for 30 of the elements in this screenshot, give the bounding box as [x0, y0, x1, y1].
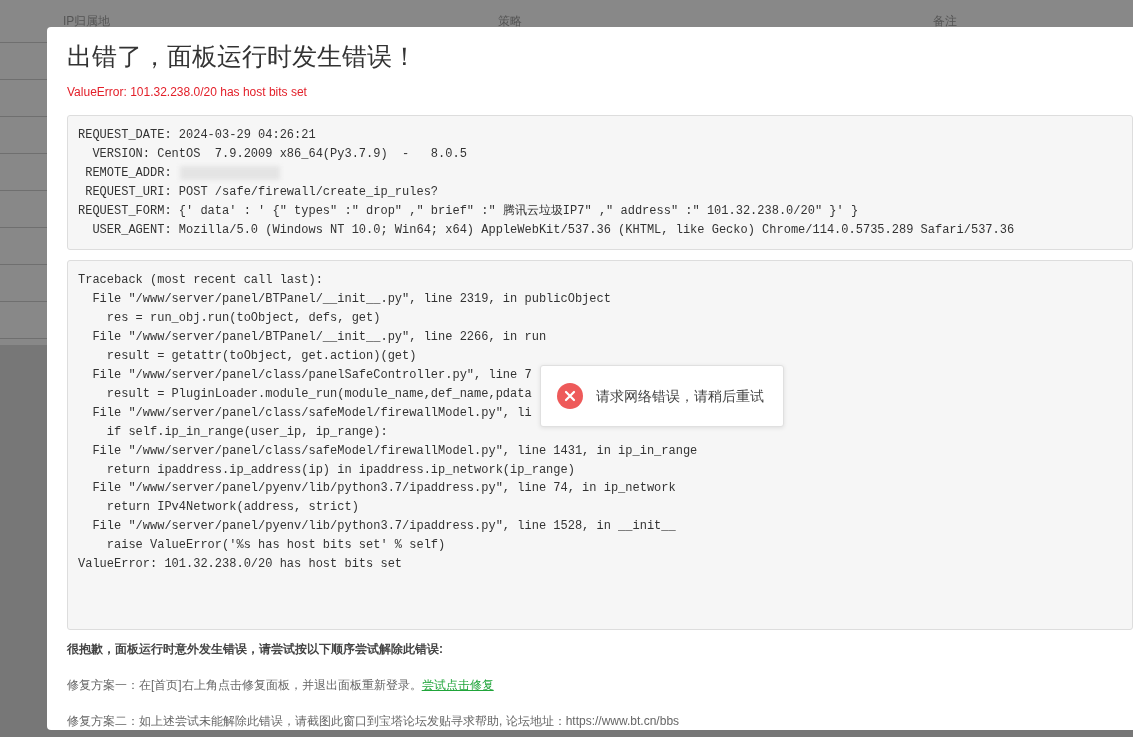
code-line: File "/www/server/panel/pyenv/lib/python3.7/ipaddress.py", line 74, in ip_network: [91, 480, 676, 498]
code-line: File "/www/server/panel/class/safeModel/firewallModel.py", li: [91, 404, 532, 422]
code-text: REMOTE_ADDR:: [84, 165, 172, 180]
code-line: result = PluginLoader.module_run(module_name,def_name,pdata: [105, 385, 532, 403]
fix-instruction: 修复方案二：如上述尝试未能解除此错误，请截图此窗口到宝塔论坛发贴寻求帮助, 论坛地址：https://www.bt.cn/bbs: [67, 713, 681, 730]
dialog-title: 出错了，面板运行时发生错误！: [67, 41, 418, 71]
error-message: ValueError: 101.32.238.0/20 has host bits set: [67, 84, 308, 101]
code-text: USER_AGENT: Mozilla/5.0 (Windows NT 10.0; Win64; x64) AppleWebKit/537.36 (KHTML, like Gecko) Chrome/114.0.5735.289 Safari/537.36: [91, 222, 1015, 237]
code-line: File "/www/server/panel/pyenv/lib/python3.7/ipaddress.py", line 1528, in __init__: [91, 518, 676, 536]
fix-instruction: 修复方案一：在[首页]右上角点击修复面板，并退出面板重新登录。尝试点击修复: [67, 677, 495, 695]
code-line: res = run_obj.run(toObject, defs, get): [105, 310, 381, 328]
toast-message: 请求网络错误，请稍后重试: [596, 387, 764, 406]
code-text: REQUEST_FORM: {' data' : ' {" types" :" drop" ," brief" :" 腾讯云垃圾IP7" ," address" :" 101.32.238.0/20" }' }: [78, 203, 859, 218]
apology-text: 很抱歉，面板运行时意外发生错误，请尝试按以下顺序尝试解除此错误:: [67, 641, 444, 659]
code-text: VERSION: CentOS 7.9.2009 x86_64(Py3.7.9) - 8.0.5: [91, 146, 467, 161]
code-line: return ipaddress.ip_address(ip) in ipaddress.ip_network(ip_range): [105, 461, 575, 479]
code-line: File "/www/server/panel/class/panelSafeController.py", line 7: [91, 366, 532, 384]
code-line: raise ValueError('%s has host bits set' % self): [105, 537, 446, 555]
repair-link[interactable]: 尝试点击修复: [421, 678, 494, 693]
code-line: if self.ip_in_range(user_ip, ip_range):: [105, 423, 388, 441]
code-line: File "/www/server/panel/class/safeModel/firewallModel.py", line 1431, in ip_in_range: [91, 442, 698, 460]
code-line: File "/www/server/panel/BTPanel/__init__.py", line 2266, in run: [91, 329, 547, 347]
close-icon: [557, 383, 583, 410]
code-line: return IPv4Network(address, strict): [105, 499, 359, 517]
code-text: REQUEST_DATE: 2024-03-29 04:26:21: [78, 128, 316, 142]
code-line: Traceback (most recent call last):: [78, 272, 323, 290]
code-text: REQUEST_URI: POST /safe/firewall/create_ip_rules?: [84, 184, 439, 199]
code-line: result = getattr(toObject, get.action)(get): [105, 348, 417, 366]
code-line: ValueError: 101.32.238.0/20 has host bits set: [78, 556, 403, 574]
code-line: File "/www/server/panel/BTPanel/__init__.py", line 2319, in publicObject: [91, 291, 611, 309]
